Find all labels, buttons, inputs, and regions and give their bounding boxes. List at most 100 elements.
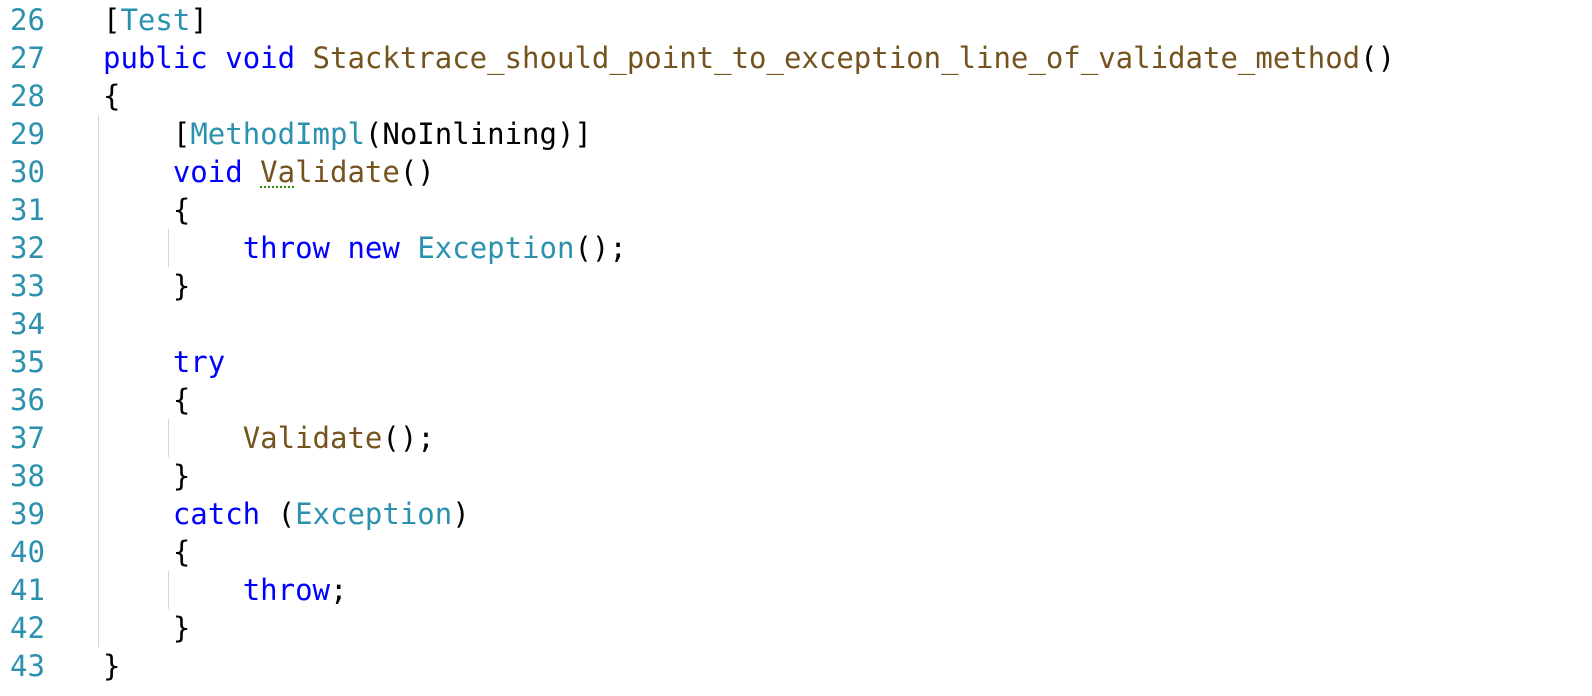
code-token: } xyxy=(103,611,191,645)
code-token: Test xyxy=(120,3,191,37)
line-number: 33 xyxy=(10,269,45,303)
code-token: } xyxy=(103,269,191,303)
code-line[interactable]: 30 void Validate() xyxy=(0,153,1592,191)
code-token: ( xyxy=(260,497,296,531)
code-editor[interactable]: 26 [Test] 27 public void Stacktrace_should_… xyxy=(0,0,1592,696)
code-line[interactable]: 40 { xyxy=(0,533,1592,571)
code-line[interactable]: 29 [MethodImpl(NoInlining)] xyxy=(0,115,1592,153)
code-line[interactable]: 28 { xyxy=(0,77,1592,115)
code-token: () xyxy=(399,155,435,189)
line-number: 29 xyxy=(10,117,45,151)
code-text: Validate(); xyxy=(103,419,435,457)
code-token: { xyxy=(103,193,191,227)
code-token: [ xyxy=(103,3,121,37)
indent-guide xyxy=(168,419,169,457)
line-number: 42 xyxy=(10,611,45,645)
code-text: { xyxy=(103,533,190,571)
line-number: 41 xyxy=(10,573,45,607)
code-text: throw new Exception(); xyxy=(103,229,627,267)
code-text: throw; xyxy=(103,571,348,609)
code-token: void xyxy=(172,155,243,189)
indent-guide xyxy=(168,571,169,609)
code-line[interactable]: 27 public void Stacktrace_should_point_to… xyxy=(0,39,1592,77)
code-line[interactable]: 33 } xyxy=(0,267,1592,305)
code-token: (); xyxy=(382,421,435,455)
code-token: throw xyxy=(242,573,330,607)
code-text: void Validate() xyxy=(103,153,435,191)
line-number: 27 xyxy=(10,41,45,75)
code-token: try xyxy=(172,345,226,379)
code-text: catch (Exception) xyxy=(103,495,470,533)
code-token: throw xyxy=(242,231,330,265)
code-line[interactable]: 31 { xyxy=(0,191,1592,229)
code-line[interactable]: 35 try xyxy=(0,343,1592,381)
code-token: { xyxy=(103,535,191,569)
code-line[interactable]: 32 throw new Exception(); xyxy=(0,229,1592,267)
code-line[interactable]: 34 xyxy=(0,305,1592,343)
code-token: } xyxy=(103,459,191,493)
code-line[interactable]: 36 { xyxy=(0,381,1592,419)
line-number: 30 xyxy=(10,155,45,189)
indent-guide xyxy=(168,229,169,267)
code-token: ; xyxy=(330,573,348,607)
code-text: { xyxy=(103,381,190,419)
line-number: 39 xyxy=(10,497,45,531)
line-number: 36 xyxy=(10,383,45,417)
code-token: { xyxy=(103,79,121,113)
code-line[interactable]: 43} xyxy=(0,647,1592,685)
line-number: 37 xyxy=(10,421,45,455)
code-token: { xyxy=(103,383,191,417)
indent-guide xyxy=(98,115,99,647)
code-line[interactable]: 37 Validate(); xyxy=(0,419,1592,457)
code-text: { xyxy=(103,191,190,229)
code-token: new xyxy=(347,231,400,265)
warning-squiggle: Va xyxy=(260,155,296,189)
code-token: ) xyxy=(452,497,470,531)
line-number: 28 xyxy=(10,79,45,113)
code-token: () xyxy=(1360,41,1396,75)
code-text: } xyxy=(103,457,190,495)
code-text: public void Stacktrace_should_point_to_e… xyxy=(103,39,1395,77)
code-line[interactable]: 42 } xyxy=(0,609,1592,647)
code-text: } xyxy=(103,267,190,305)
code-line[interactable]: 39 catch (Exception) xyxy=(0,495,1592,533)
code-line[interactable]: 38 } xyxy=(0,457,1592,495)
line-number: 40 xyxy=(10,535,45,569)
line-number: 34 xyxy=(10,307,45,341)
code-text: [MethodImpl(NoInlining)] xyxy=(103,115,592,153)
code-text: } xyxy=(103,609,190,647)
code-line[interactable]: 26 [Test] xyxy=(0,1,1592,39)
code-token: (NoInlining)] xyxy=(364,117,592,151)
code-token: } xyxy=(103,649,121,683)
code-text: { xyxy=(103,77,120,115)
code-text: [Test] xyxy=(103,1,208,39)
line-number: 35 xyxy=(10,345,45,379)
code-token: lidate xyxy=(295,155,400,189)
code-token: void xyxy=(225,41,296,75)
code-token: public xyxy=(103,41,208,75)
code-token: [ xyxy=(103,117,191,151)
line-number: 32 xyxy=(10,231,45,265)
code-text: } xyxy=(103,647,120,685)
line-number: 38 xyxy=(10,459,45,493)
code-line[interactable]: 41 throw; xyxy=(0,571,1592,609)
code-token: catch xyxy=(172,497,261,531)
line-number: 43 xyxy=(10,649,45,683)
code-token: Stacktrace_should_point_to_exception_lin… xyxy=(312,41,1361,75)
line-number: 31 xyxy=(10,193,45,227)
code-token: (); xyxy=(574,231,627,265)
line-number: 26 xyxy=(10,3,45,37)
code-text: try xyxy=(103,343,225,381)
code-token: Exception xyxy=(295,497,453,531)
code-token: ] xyxy=(190,3,208,37)
